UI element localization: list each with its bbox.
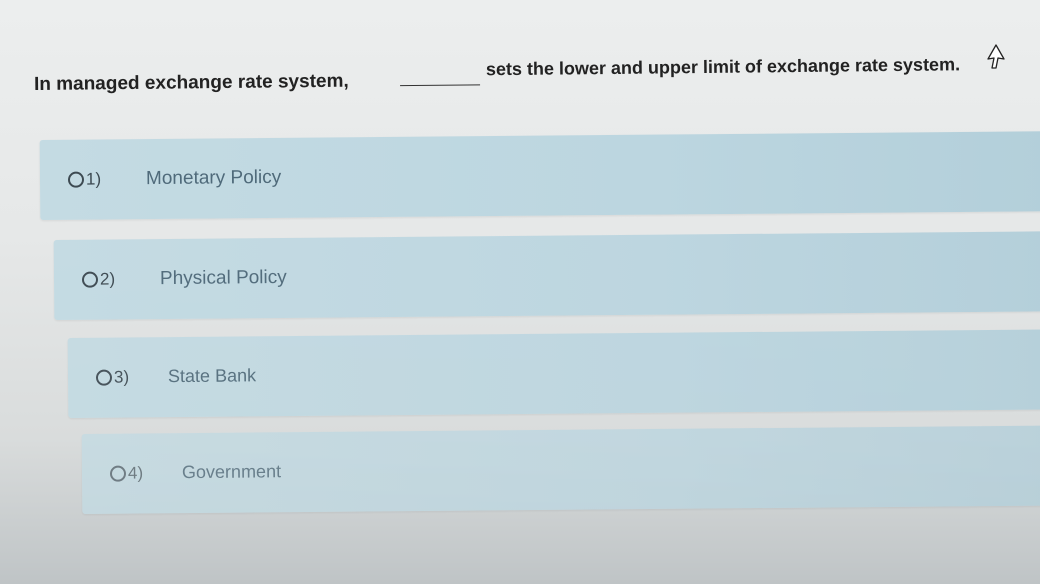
- option-label: Physical Policy: [159, 266, 287, 290]
- radio-unselected-icon[interactable]: [81, 271, 99, 288]
- question-blank: [400, 84, 481, 87]
- option-3[interactable]: 3) State Bank: [67, 329, 1040, 418]
- option-2[interactable]: 2) Physical Policy: [53, 231, 1040, 320]
- radio-unselected-icon[interactable]: [95, 369, 113, 386]
- question-text-before-blank: In managed exchange rate system,: [33, 70, 349, 95]
- arrow-pointer-icon: [987, 44, 1005, 69]
- option-label: Monetary Policy: [145, 166, 282, 190]
- option-label: State Bank: [167, 365, 257, 387]
- option-1[interactable]: 1) Monetary Policy: [39, 131, 1040, 220]
- question-text-after-blank: sets the lower and upper limit of exchan…: [485, 54, 961, 80]
- option-number: 4): [127, 463, 144, 483]
- option-number: 3): [113, 367, 130, 387]
- option-number: 2): [99, 269, 116, 289]
- question-text: In managed exchange rate system, sets th…: [34, 52, 1024, 102]
- option-number: 1): [85, 169, 102, 189]
- option-label: Government: [181, 461, 282, 483]
- radio-unselected-icon[interactable]: [109, 465, 127, 482]
- option-4[interactable]: 4) Government: [81, 425, 1040, 514]
- radio-unselected-icon[interactable]: [67, 171, 85, 188]
